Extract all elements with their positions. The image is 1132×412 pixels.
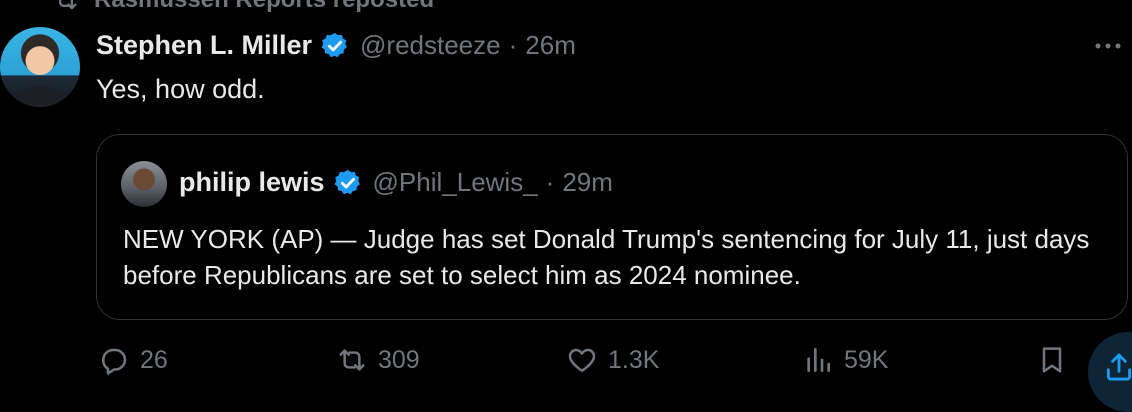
quote-header: philip lewis @Phil_Lewis_ · 29m — [179, 167, 613, 198]
quote-author-avatar[interactable] — [121, 161, 167, 207]
quote-author-handle[interactable]: @Phil_Lewis_ — [373, 167, 538, 198]
views-count: 59K — [844, 345, 889, 374]
share-icon — [1106, 353, 1132, 381]
repost-bar[interactable]: Rasmussen Reports reposted — [52, 0, 434, 14]
tweet-header: Stephen L. Miller @redsteeze · 26m — [96, 30, 576, 61]
repost-icon — [59, 0, 77, 10]
quote-tweet-card[interactable]: philip lewis @Phil_Lewis_ · 29m NEW YORK… — [96, 134, 1128, 320]
separator-dot: · — [545, 167, 555, 197]
more-icon[interactable] — [1092, 32, 1124, 52]
author-name[interactable]: Stephen L. Miller — [96, 30, 312, 61]
tweet-text: Yes, how odd. — [96, 74, 265, 104]
verified-badge-icon[interactable] — [333, 168, 363, 198]
tweet-time[interactable]: 26m — [525, 30, 576, 61]
bookmark-button[interactable] — [1036, 344, 1068, 376]
retweet-count: 309 — [378, 345, 420, 374]
bookmark-icon — [1042, 347, 1062, 373]
views-icon — [807, 348, 830, 372]
author-handle[interactable]: @redsteeze — [360, 30, 501, 61]
views-button[interactable]: 59K — [802, 344, 888, 376]
retweet-button[interactable]: 309 — [336, 344, 420, 376]
action-bar: 26 309 1.3K 59K — [0, 344, 1132, 390]
like-button[interactable]: 1.3K — [566, 344, 659, 376]
quote-time[interactable]: 29m — [562, 167, 613, 198]
quote-author-name[interactable]: philip lewis — [179, 167, 325, 198]
reply-button[interactable]: 26 — [98, 344, 168, 376]
reply-count: 26 — [140, 345, 168, 374]
heart-icon — [568, 348, 596, 372]
repost-label: Rasmussen Reports reposted — [94, 0, 434, 14]
verified-badge-icon[interactable] — [320, 31, 350, 61]
separator-dot: · — [508, 30, 518, 60]
retweet-icon — [339, 349, 365, 371]
reply-icon — [102, 348, 127, 375]
quote-text: NEW YORK (AP) — Judge has set Donald Tru… — [123, 224, 1090, 290]
like-count: 1.3K — [608, 345, 660, 374]
author-avatar[interactable] — [0, 27, 80, 107]
